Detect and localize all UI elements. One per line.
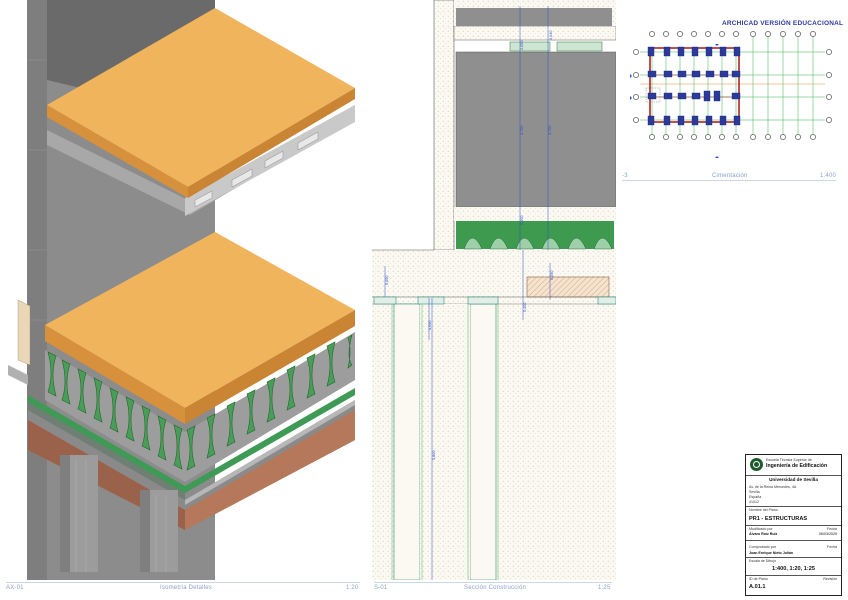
dim-label: 3,750	[548, 125, 552, 135]
dim-label: 5,800	[432, 450, 436, 460]
checked-date-label: Fecha	[827, 545, 837, 549]
address-line4: 41012	[749, 500, 759, 504]
section-view[interactable]: 2,050 0,040 3,750 3,750 0,400 0,400 0,05…	[372, 0, 617, 581]
foundation-scale: 1:400	[820, 173, 837, 179]
plan-id: A.01.1	[749, 584, 766, 590]
dim-label: 0,400	[523, 302, 527, 312]
plan-name: PR1 - ESTRUCTURAS	[749, 516, 808, 522]
section-drawing: 2,050 0,040 3,750 3,750 0,400 0,400 0,05…	[372, 0, 617, 581]
checked-by: Juan Enrique Nieto Julián	[749, 551, 794, 555]
dim-label: 0,400	[520, 215, 524, 225]
dim-label: 0,050	[428, 320, 432, 330]
school-line1: Escuela Técnica Superior de	[766, 458, 812, 462]
foundation-plan[interactable]	[620, 30, 840, 170]
title-block: Escuela Técnica Superior de Ingeniería d…	[745, 454, 842, 596]
revision-label: Revisión	[823, 577, 837, 581]
etsie-logo	[750, 458, 763, 471]
school-line2: Ingeniería de Edificación	[766, 463, 828, 469]
wall-edge	[27, 0, 47, 580]
section-name: Sección Construcción	[464, 585, 527, 591]
foundation-code: -3	[622, 173, 628, 179]
scale-label: Escala de Dibujo	[749, 559, 776, 563]
isometric-scale: 1:20	[346, 585, 359, 591]
foundation-plan-drawing	[630, 31, 832, 158]
modified-date: 06/03/2025	[819, 532, 837, 536]
university-name: Universidad de Sevilla	[769, 477, 818, 482]
drawing-scale: 1:400, 1:20, 1:25	[772, 566, 815, 572]
isometric-view[interactable]	[0, 0, 370, 590]
address-line3: España	[749, 495, 762, 499]
watermark-title: ARCHICAD VERSIÓN EDUCACIONAL	[722, 20, 844, 27]
dim-label: 2,050	[520, 40, 524, 50]
address-line2: Sevilla	[749, 490, 760, 494]
address-line1: Av. de la Reina Mercedes, 4A	[749, 485, 797, 489]
plan-name-label: Nombre del Plano	[749, 508, 778, 512]
isometric-drawing	[8, 0, 355, 580]
dim-label: 0,050	[385, 275, 389, 285]
dim-label: 3,750	[520, 125, 524, 135]
section-code: S-01	[374, 585, 388, 591]
isometric-code: AX-01	[6, 585, 24, 591]
dim-label: 0,050	[550, 270, 554, 280]
isometric-name: Isometría Detalles	[160, 585, 212, 591]
dim-label: 0,040	[549, 30, 553, 40]
foundation-name: Cimentación	[712, 173, 748, 179]
date-label: Fecha	[827, 527, 837, 531]
foundation-beam	[649, 47, 740, 123]
section-scale: 1:25	[598, 585, 611, 591]
